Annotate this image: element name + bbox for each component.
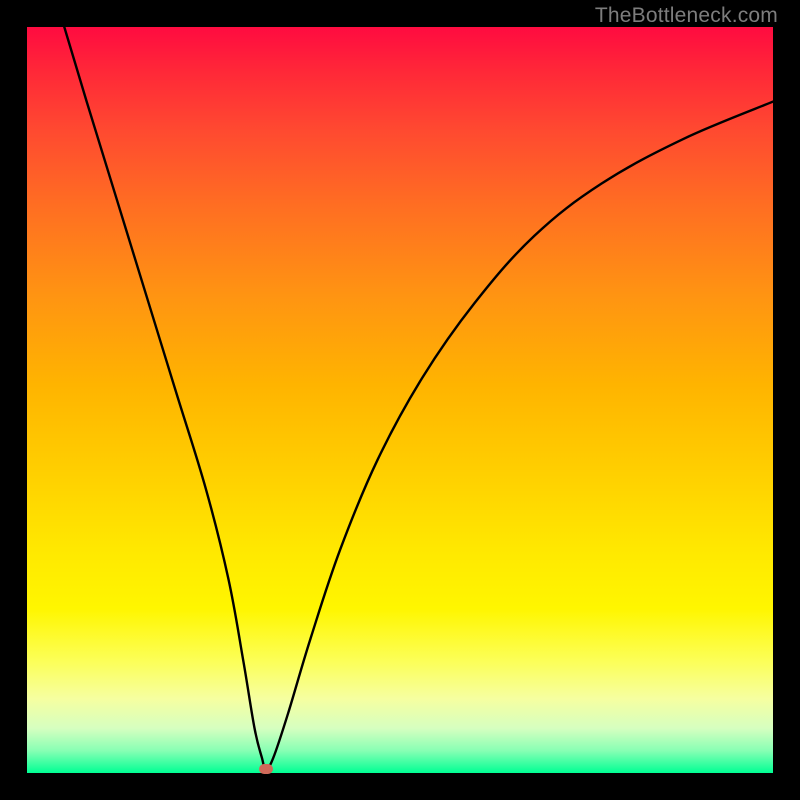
plot-area (27, 27, 773, 773)
watermark-text: TheBottleneck.com (595, 4, 778, 28)
min-point-marker (259, 764, 273, 774)
bottleneck-curve-path (64, 27, 773, 769)
chart-frame: TheBottleneck.com (0, 0, 800, 800)
curve-svg (27, 27, 773, 773)
